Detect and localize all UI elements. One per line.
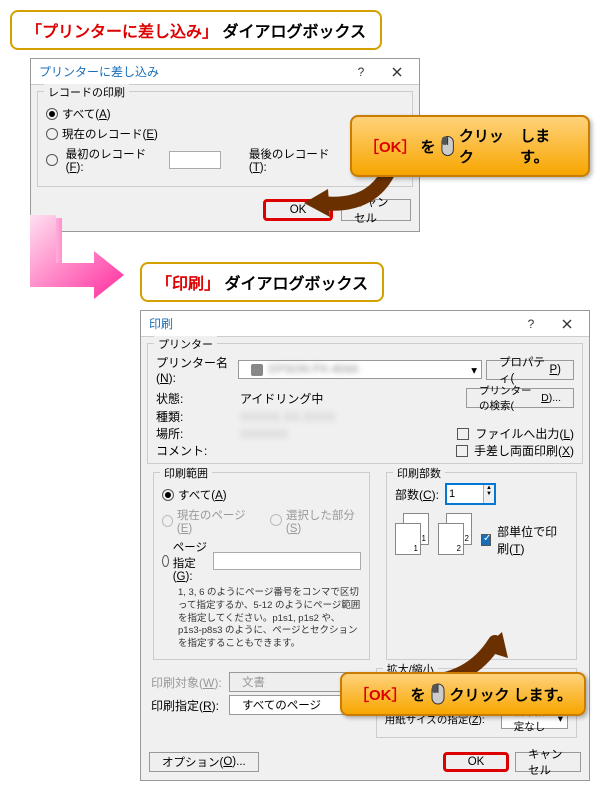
- type-label: 種類:: [156, 408, 234, 425]
- checkbox-icon: ✓: [481, 534, 491, 546]
- close-button[interactable]: [379, 61, 415, 83]
- status-label: 状態:: [156, 390, 234, 407]
- copies-label: 部数(C):: [395, 486, 439, 503]
- badge1-rest: ダイアログボックス: [222, 24, 366, 41]
- callout-shimasu: します。: [520, 125, 576, 167]
- help-button[interactable]: ?: [513, 313, 549, 335]
- where-label: 場所:: [156, 425, 234, 442]
- printer-name-dropdown[interactable]: EPSON PX-404A ▾: [238, 360, 482, 379]
- range-current: 現在のページ(E): [177, 507, 252, 535]
- range-selection: 選択した部分(S): [286, 507, 361, 535]
- group-copies-legend: 印刷部数: [393, 465, 445, 481]
- callout-click: クリック: [459, 125, 516, 167]
- group-printer-legend: プリンター: [154, 336, 217, 352]
- copies-input[interactable]: [447, 485, 483, 503]
- callout-shimasu: します。: [514, 684, 573, 705]
- spin-down-icon[interactable]: ▼: [484, 491, 494, 497]
- callout-click-ok-2: ［OK］ を クリック します。: [340, 672, 586, 716]
- checkbox-icon: [456, 445, 468, 457]
- group-printer: プリンター プリンター名(N): EPSON PX-404A ▾ プロパティ(P…: [147, 343, 583, 464]
- radio-first-label: 最初のレコード(F):: [66, 146, 161, 174]
- status-value: アイドリング中: [240, 390, 460, 407]
- dialog2-title: 印刷: [145, 315, 513, 332]
- collate-check[interactable]: ✓部単位で印刷(T): [481, 523, 568, 557]
- collate-preview-icon: 2 2: [438, 513, 471, 557]
- first-record-input[interactable]: [169, 151, 221, 169]
- where-value: XXXXXX: [240, 427, 451, 441]
- radio-current-label: 現在のレコード(E): [62, 126, 158, 142]
- collate-preview-icon: 1 1: [395, 513, 428, 557]
- cancel-button-2[interactable]: キャンセル: [515, 752, 581, 772]
- printer-name-label: プリンター名(N):: [156, 354, 234, 385]
- section-merge-to-printer: 「プリンターに差し込み」 ダイアログボックス プリンターに差し込み ? レコード…: [10, 10, 590, 232]
- comment-label: コメント:: [156, 442, 234, 459]
- help-button[interactable]: ?: [343, 61, 379, 83]
- callout-ok: ［OK］: [364, 136, 417, 157]
- badge1-quoted: 「プリンターに差し込み」: [26, 24, 218, 41]
- range-all[interactable]: すべて(A): [162, 487, 361, 503]
- mouse-icon: [440, 134, 455, 158]
- radio-icon: [46, 128, 58, 140]
- chevron-down-icon: ▾: [471, 363, 477, 377]
- radio-icon: [162, 555, 169, 567]
- close-button[interactable]: [549, 313, 585, 335]
- callout-wo: を: [411, 684, 426, 705]
- dialog1-title: プリンターに差し込み: [35, 63, 343, 80]
- checkbox-icon: [457, 428, 469, 440]
- title-badge-2: 「印刷」 ダイアログボックス: [140, 262, 384, 302]
- mouse-icon: [430, 682, 446, 706]
- printer-name-value: EPSON PX-404A: [269, 364, 358, 376]
- radio-all-label: すべて(A): [62, 106, 111, 122]
- title-badge-1: 「プリンターに差し込み」 ダイアログボックス: [10, 10, 382, 50]
- titlebar-1: プリンターに差し込み ?: [31, 59, 419, 85]
- radio-icon: [46, 108, 58, 120]
- copies-spinner[interactable]: ▲▼: [445, 483, 496, 505]
- callout-click: クリック: [450, 684, 510, 705]
- badge2-rest: ダイアログボックス: [224, 276, 368, 293]
- manual-duplex-check[interactable]: 手差し両面印刷(X): [456, 442, 574, 459]
- section-print: 「印刷」 ダイアログボックス 印刷 ? プリンター プリンター名(N): EPS…: [10, 262, 590, 781]
- group-range-legend: 印刷範囲: [160, 465, 212, 481]
- flow-arrow-icon: [16, 215, 126, 305]
- callout-click-ok-1: ［OK］ を クリック します。: [350, 115, 590, 177]
- radio-icon: [162, 515, 173, 527]
- to-file-check[interactable]: ファイルへ出力(L): [457, 425, 574, 442]
- titlebar-2: 印刷 ?: [141, 311, 589, 337]
- options-button[interactable]: オプション(O)...: [149, 752, 259, 772]
- type-value: XXXXX XX-XXXX: [240, 410, 574, 424]
- ok-button-2[interactable]: OK: [443, 752, 509, 772]
- group-legend-1: レコードの印刷: [44, 84, 129, 100]
- callout-ok: ［OK］: [354, 684, 407, 705]
- printer-icon: [251, 364, 263, 376]
- radio-icon: [46, 154, 58, 166]
- properties-button[interactable]: プロパティ(P): [486, 360, 574, 380]
- pages-input[interactable]: [213, 552, 361, 570]
- radio-icon: [270, 514, 282, 526]
- range-pages[interactable]: ページ指定(G):: [162, 539, 361, 583]
- badge2-quoted: 「印刷」: [156, 276, 220, 293]
- callout-wo: を: [421, 136, 436, 157]
- find-printer-button[interactable]: プリンターの検索(D)...: [466, 388, 574, 408]
- range-hint: 1, 3, 6 のようにページ番号をコンマで区切って指定するか、5-12 のよう…: [178, 587, 361, 651]
- print-what-label: 印刷対象(W):: [151, 674, 223, 691]
- group-range: 印刷範囲 すべて(A) 現在のページ(E) 選択した部分(S) ページ指定(G)…: [153, 472, 370, 660]
- radio-icon: [162, 489, 174, 501]
- print-which-label: 印刷指定(R):: [151, 697, 223, 714]
